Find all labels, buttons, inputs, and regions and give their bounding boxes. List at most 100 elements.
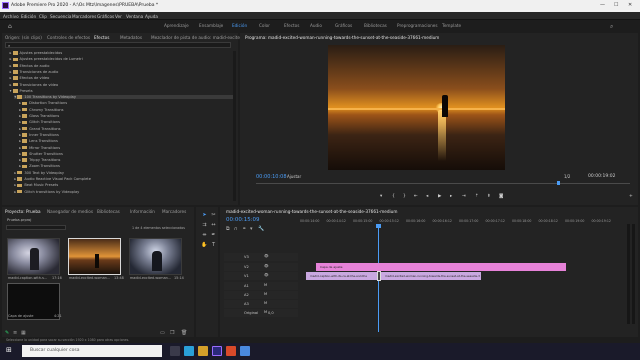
icon-view-icon[interactable]: ▦ (21, 330, 26, 336)
menu-clip[interactable]: Clip (39, 14, 47, 19)
ws-aprendizaje[interactable]: Aprendizaje (164, 23, 189, 28)
tab-marcadores[interactable]: Marcadores (162, 209, 186, 214)
effects-tree-item[interactable]: ▸ Shutter Transitions (19, 152, 63, 156)
task-view-icon[interactable] (170, 346, 180, 356)
chrome-icon[interactable] (240, 346, 250, 356)
menu-ventana[interactable]: Ventana (126, 14, 143, 19)
tab-origen[interactable]: Origen: (sin clips) (5, 35, 42, 40)
premiere-taskbar-icon[interactable] (212, 346, 222, 356)
new-item-icon[interactable]: ❐ (170, 330, 174, 336)
track-header[interactable]: V2 👁 (224, 263, 298, 271)
track-header[interactable]: V3 👁 (224, 253, 298, 261)
timeline-timecode[interactable]: 00:00:15:09 (226, 217, 260, 223)
ws-edicion[interactable]: Edición (232, 23, 247, 28)
menu-secuencia[interactable]: Secuencia (50, 14, 71, 19)
timeline-tab[interactable]: madid-excited-woman-running-towards-the-… (226, 209, 397, 214)
ws-graficos[interactable]: Gráficos (335, 23, 352, 28)
effects-scrollbar[interactable] (233, 51, 236, 201)
transition-marker[interactable] (377, 271, 381, 281)
ws-preprogramaciones[interactable]: Preprogramaciones (397, 23, 438, 28)
ws-audio[interactable]: Audio (310, 23, 322, 28)
minimize-icon[interactable]: — (600, 2, 605, 8)
track-header[interactable]: Original M (224, 309, 298, 317)
file-explorer-icon[interactable] (198, 346, 208, 356)
list-view-icon[interactable]: ≡ (13, 330, 17, 336)
type-tool-icon[interactable]: T (210, 242, 217, 249)
effects-tree-item[interactable]: ▸ Transiciones de audio (10, 70, 59, 74)
step-forward-icon[interactable]: ▸ (450, 194, 452, 199)
tab-proyecto[interactable]: Proyecto: Prueba (5, 209, 41, 214)
clip-v1-caption[interactable]: madid-caption-with-its-ca-at-the-end-the (306, 272, 379, 280)
menu-ver[interactable]: Ver (115, 14, 122, 19)
program-playhead[interactable] (557, 181, 560, 185)
resolution-dropdown[interactable]: 1/2 (564, 174, 570, 179)
effects-tree-item[interactable]: ▸ Chromy Transitions (19, 108, 63, 112)
timeline-playhead-handle[interactable] (376, 224, 381, 228)
tab-navegador-medios[interactable]: Navegador de medios (47, 209, 93, 214)
add-marker-icon[interactable]: ▾ (250, 226, 253, 232)
step-back-icon[interactable]: ◂ (426, 194, 428, 199)
new-folder-icon[interactable]: ▭ (160, 330, 165, 336)
effects-tree-item[interactable]: ▸ Audio Reactive Visual Pack Complete (14, 177, 91, 181)
tab-mezclador[interactable]: Mezclador de pista de audio: madid-excit… (151, 35, 247, 40)
mute-track-icon[interactable]: M (264, 283, 267, 287)
write-icon[interactable]: ✎ (5, 330, 9, 336)
ws-ensamblaje[interactable]: Ensamblaje (199, 23, 223, 28)
ws-bibliotecas[interactable]: Bibliotecas (364, 23, 387, 28)
in-point-icon[interactable]: { (392, 194, 395, 199)
slip-tool-icon[interactable]: ↔ (210, 222, 217, 229)
tab-informacion[interactable]: Información (130, 209, 155, 214)
snap-icon[interactable]: ∩ (234, 226, 238, 232)
track-header[interactable]: A1 M (224, 282, 298, 290)
clip-capa-de-ajuste[interactable]: Capa de ajuste (316, 263, 566, 271)
toggle-visibility-icon[interactable]: 👁 (264, 264, 269, 268)
toggle-visibility-icon[interactable]: 👁 (264, 254, 269, 258)
add-button-icon[interactable]: + (629, 194, 633, 199)
hand-tool-icon[interactable]: ✋ (201, 242, 208, 249)
track-header[interactable]: V1 👁 (224, 272, 298, 280)
effects-tree-item[interactable]: ▸ Distortion Transitions (19, 101, 67, 105)
go-to-out-icon[interactable]: ⇥ (462, 194, 466, 199)
timeline-ruler[interactable]: 00:00:14:00 00:00:14:12 00:00:15:00 00:00:1… (300, 219, 620, 227)
effects-tree-item[interactable]: ▸ Glitch transitions by Videoplay (14, 190, 79, 194)
selection-tool-icon[interactable]: ➤ (201, 212, 208, 219)
extract-icon[interactable]: ⇞ (487, 194, 491, 199)
effects-tree-item[interactable]: ▾ Presets (10, 89, 33, 93)
menu-edicion[interactable]: Edición (21, 14, 36, 19)
tab-bibliotecas[interactable]: Bibliotecas (97, 209, 120, 214)
play-icon[interactable]: ▶ (438, 194, 441, 199)
menu-graficos[interactable]: Gráficos (97, 14, 114, 19)
trash-icon[interactable]: 🗑 (181, 330, 187, 336)
effects-tree-item[interactable]: ▸ Trippy Transitions (19, 158, 60, 162)
effects-tree-item-selected[interactable]: ▾ 100 Transitions by Videoplay (14, 95, 235, 100)
home-icon[interactable]: ⌂ (8, 23, 12, 30)
marker-icon[interactable]: ▾ (380, 194, 382, 199)
effects-tree-item[interactable]: ▸ Lens Transitions (19, 139, 58, 143)
effects-tree-item[interactable]: ▸ 300 Text by Videoplay (14, 171, 64, 175)
menu-marcadores[interactable]: Marcadores (72, 14, 96, 19)
effects-tree-item[interactable]: ▸ Beat Music Presets (14, 183, 58, 187)
effects-tree-item[interactable]: ▸ Ajustes preestablecidos (10, 51, 63, 55)
lift-icon[interactable]: ⇡ (475, 194, 479, 199)
pen-tool-icon[interactable]: ✒ (210, 232, 217, 239)
clip-v1-excited-woman[interactable]: madid-excited-woman-running-towards-the-… (381, 272, 481, 280)
effects-tree-item[interactable]: ▸ Glass Transitions (19, 114, 59, 118)
project-item-thumb-1[interactable] (7, 238, 60, 275)
export-frame-icon[interactable]: ◙ (499, 194, 503, 199)
go-to-in-icon[interactable]: ⇤ (414, 194, 418, 199)
track-header[interactable]: A2 M (224, 291, 298, 299)
tab-controles-efectos[interactable]: Controles de efectos (47, 35, 90, 40)
menu-ayuda[interactable]: Ayuda (145, 14, 158, 19)
menu-archivo[interactable]: Archivo (3, 14, 19, 19)
ws-template[interactable]: Template (442, 23, 461, 28)
settings-wrench-icon[interactable]: 🔧 (258, 226, 264, 232)
effects-tree-item[interactable]: ▸ Grand Transitions (19, 127, 60, 131)
effects-tree-item[interactable]: ▸ Transiciones de vídeo (10, 83, 59, 87)
fit-dropdown[interactable]: Ajustar (287, 174, 301, 179)
program-tab[interactable]: Programa: madid-excited-woman-running-to… (245, 35, 439, 40)
windows-start-icon[interactable]: ⊞ (6, 346, 12, 354)
effects-tree-item[interactable]: ▸ Mirror Transitions (19, 146, 60, 150)
effects-tree-item[interactable]: ▸ Inner Transitions (19, 133, 59, 137)
razor-tool-icon[interactable]: ✂ (210, 212, 217, 219)
ws-color[interactable]: Color (259, 23, 270, 28)
